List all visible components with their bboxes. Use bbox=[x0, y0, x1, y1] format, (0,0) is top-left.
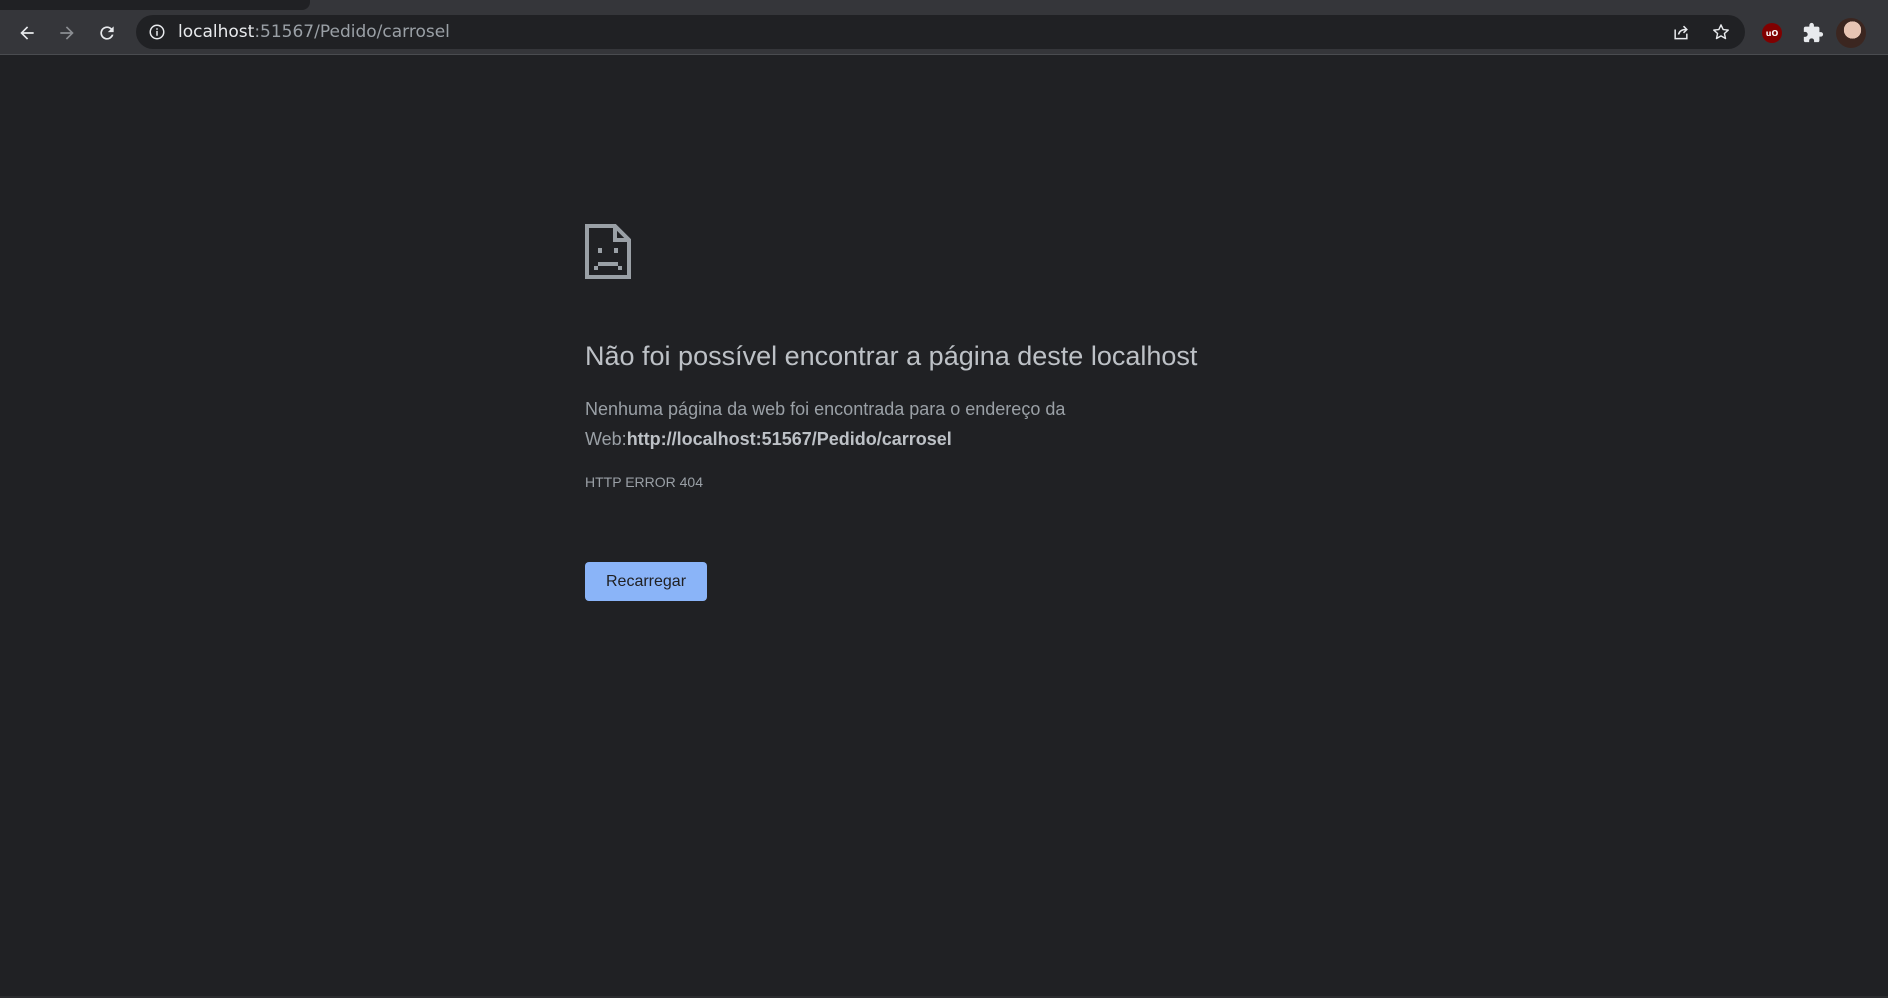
share-icon[interactable] bbox=[1671, 22, 1691, 42]
back-button[interactable] bbox=[12, 18, 42, 48]
error-headline: Não foi possível encontrar a página dest… bbox=[585, 341, 1198, 371]
extensions-button[interactable] bbox=[1800, 20, 1826, 46]
reload-page-button[interactable]: Recarregar bbox=[585, 562, 707, 601]
profile-avatar[interactable] bbox=[1836, 18, 1866, 48]
error-code: HTTP ERROR 404 bbox=[585, 474, 703, 490]
error-summary: Nenhuma página da web foi encontrada par… bbox=[585, 394, 1145, 454]
address-bar[interactable]: localhost:51567/Pedido/carrosel bbox=[136, 15, 1745, 49]
star-icon[interactable] bbox=[1711, 22, 1731, 42]
url-path: :51567/Pedido/carrosel bbox=[254, 22, 450, 42]
refresh-icon bbox=[100, 26, 114, 40]
tab-strip bbox=[0, 0, 1888, 10]
active-tab-edge[interactable] bbox=[0, 0, 310, 10]
info-icon[interactable] bbox=[148, 23, 166, 41]
ublock-icon: uO bbox=[1762, 23, 1782, 43]
toolbar-divider bbox=[0, 54, 1888, 55]
address-url[interactable]: localhost:51567/Pedido/carrosel bbox=[178, 23, 450, 41]
arrow-right-icon bbox=[60, 26, 74, 40]
ublock-extension-button[interactable]: uO bbox=[1759, 20, 1785, 46]
puzzle-icon bbox=[1803, 22, 1824, 43]
forward-button[interactable] bbox=[52, 18, 82, 48]
browser-toolbar: localhost:51567/Pedido/carrosel uO bbox=[0, 10, 1888, 54]
arrow-left-icon bbox=[20, 26, 34, 40]
url-host: localhost bbox=[178, 22, 255, 42]
reload-button[interactable] bbox=[92, 18, 122, 48]
summary-url: http://localhost:51567/Pedido/carrosel bbox=[626, 429, 952, 449]
sad-file-icon bbox=[585, 224, 631, 279]
